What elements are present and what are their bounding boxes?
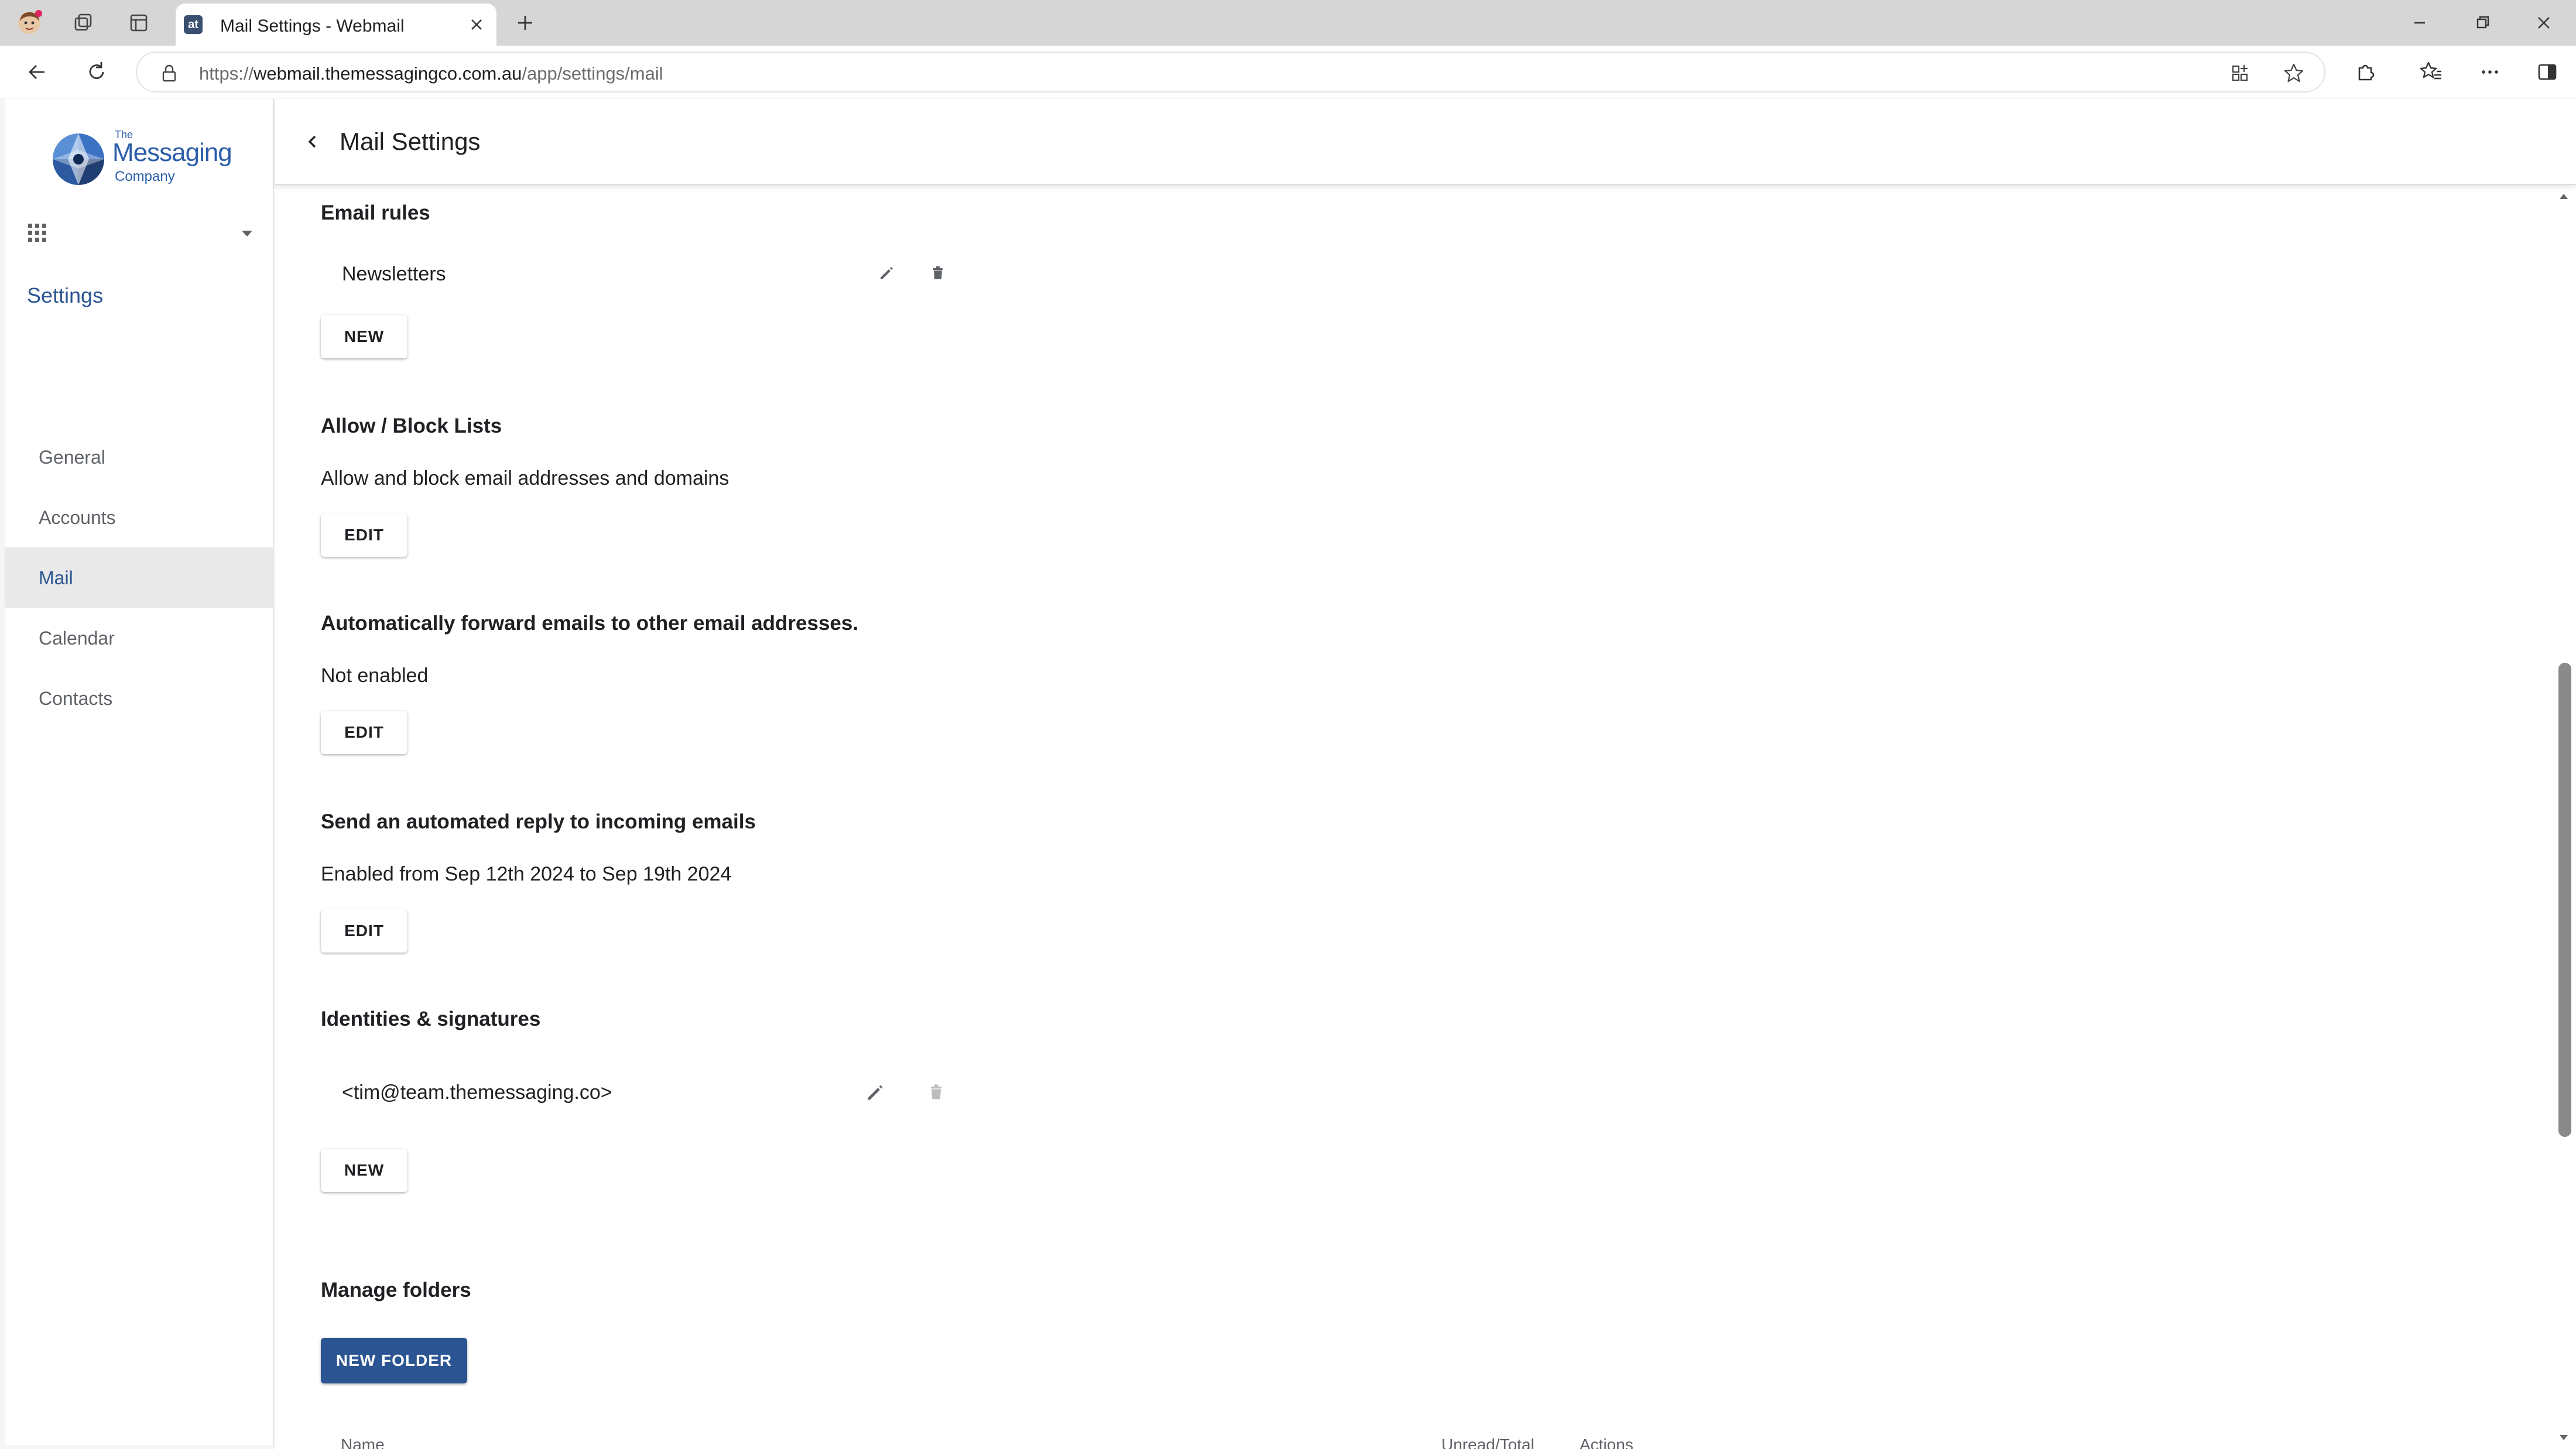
new-identity-button[interactable]: NEW	[321, 1149, 407, 1192]
scroll-down-arrow-icon[interactable]	[2555, 1429, 2572, 1447]
edit-pencil-icon[interactable]	[861, 1077, 890, 1107]
sidebar-item-general[interactable]: General	[5, 427, 274, 487]
logo-sub-text: Company	[115, 169, 175, 184]
address-bar[interactable]: https://webmail.themessagingco.com.au/ap…	[136, 52, 2325, 93]
mail-settings-content[interactable]: Email rules Newsletters NEW Allow / Bloc…	[275, 185, 2576, 1449]
favorites-icon[interactable]	[2417, 57, 2446, 87]
rule-name-newsletters: Newsletters	[342, 263, 446, 285]
identities-title: Identities & signatures	[321, 1008, 541, 1030]
app-launcher-grid-icon[interactable]	[26, 221, 49, 245]
edit-allow-block-button[interactable]: EDIT	[321, 513, 407, 557]
webmail-app: The Messaging Company Settings General A…	[0, 98, 2576, 1449]
app-available-icon[interactable]	[2227, 60, 2253, 86]
edit-auto-forward-button[interactable]: EDIT	[321, 711, 407, 754]
folder-col-name[interactable]: Name	[341, 1436, 385, 1449]
sidebar-item-calendar[interactable]: Calendar	[5, 608, 274, 668]
delete-trash-icon[interactable]	[925, 260, 951, 286]
sidebar-item-mail[interactable]: Mail	[5, 547, 274, 608]
more-options-icon[interactable]	[2475, 57, 2505, 87]
lock-icon[interactable]	[158, 62, 180, 84]
email-rules-title: Email rules	[321, 201, 430, 224]
refresh-icon[interactable]	[82, 57, 111, 87]
workspaces-icon[interactable]	[68, 8, 97, 37]
tab-close-icon[interactable]	[464, 12, 489, 37]
auto-forward-title: Automatically forward emails to other em…	[321, 612, 859, 635]
auto-reply-status: Enabled from Sep 12th 2024 to Sep 19th 2…	[321, 863, 732, 885]
allow-block-description: Allow and block email addresses and doma…	[321, 467, 729, 489]
page-header: Mail Settings	[275, 98, 2576, 185]
new-rule-button[interactable]: NEW	[321, 315, 407, 358]
edit-auto-reply-button[interactable]: EDIT	[321, 909, 407, 953]
browser-tab-bar: at Mail Settings - Webmail	[0, 0, 2576, 46]
allow-block-title: Allow / Block Lists	[321, 415, 502, 437]
vertical-scrollbar-thumb[interactable]	[2558, 663, 2571, 1137]
tab-favicon-icon: at	[184, 15, 203, 34]
browser-toolbar: https://webmail.themessagingco.com.au/ap…	[0, 46, 2576, 98]
chevron-left-icon[interactable]	[299, 128, 327, 156]
auto-reply-title: Send an automated reply to incoming emai…	[321, 810, 756, 833]
sidebar-item-label: Calendar	[39, 628, 115, 649]
sidebar-item-label: Mail	[39, 567, 73, 588]
manage-folders-title: Manage folders	[321, 1279, 471, 1301]
tab-title: Mail Settings - Webmail	[220, 16, 405, 36]
back-icon[interactable]	[22, 57, 52, 87]
sidebar-item-label: Contacts	[39, 688, 113, 709]
url-text[interactable]: https://webmail.themessagingco.com.au/ap…	[199, 63, 663, 84]
sidebar-item-label: General	[39, 447, 105, 468]
restore-icon[interactable]	[2468, 8, 2498, 37]
tab-actions-icon[interactable]	[124, 8, 153, 37]
close-window-icon[interactable]	[2529, 8, 2558, 37]
settings-sidebar: The Messaging Company Settings General A…	[5, 98, 274, 1445]
sidebar-item-label: Accounts	[39, 507, 116, 528]
folder-col-actions: Actions	[1580, 1436, 1633, 1449]
edit-pencil-icon[interactable]	[873, 260, 899, 286]
sidebar-heading-settings: Settings	[27, 283, 104, 307]
company-logo[interactable]: The Messaging Company	[49, 124, 248, 189]
auto-forward-status: Not enabled	[321, 664, 429, 687]
new-folder-button[interactable]: NEW FOLDER	[321, 1338, 467, 1383]
page-title: Mail Settings	[340, 128, 481, 155]
favorite-star-icon[interactable]	[2281, 60, 2307, 86]
identity-address: <tim@team.themessaging.co>	[342, 1081, 612, 1104]
minimize-icon[interactable]	[2405, 8, 2434, 37]
logo-globe-icon	[52, 132, 105, 186]
sidebar-toggle-icon[interactable]	[2533, 57, 2562, 87]
logo-main-text: Messaging	[112, 138, 232, 167]
dropdown-caret-icon[interactable]	[234, 220, 260, 246]
sidebar-item-contacts[interactable]: Contacts	[5, 668, 274, 728]
profile-avatar-icon[interactable]	[15, 8, 44, 37]
folder-col-unread-total[interactable]: Unread/Total	[1441, 1436, 1534, 1449]
new-tab-icon[interactable]	[511, 8, 540, 37]
delete-trash-icon[interactable]	[922, 1077, 951, 1107]
browser-tab-active[interactable]: at Mail Settings - Webmail	[176, 4, 496, 46]
scroll-up-arrow-icon[interactable]	[2555, 187, 2572, 205]
extensions-icon[interactable]	[2351, 57, 2380, 87]
sidebar-item-accounts[interactable]: Accounts	[5, 487, 274, 547]
